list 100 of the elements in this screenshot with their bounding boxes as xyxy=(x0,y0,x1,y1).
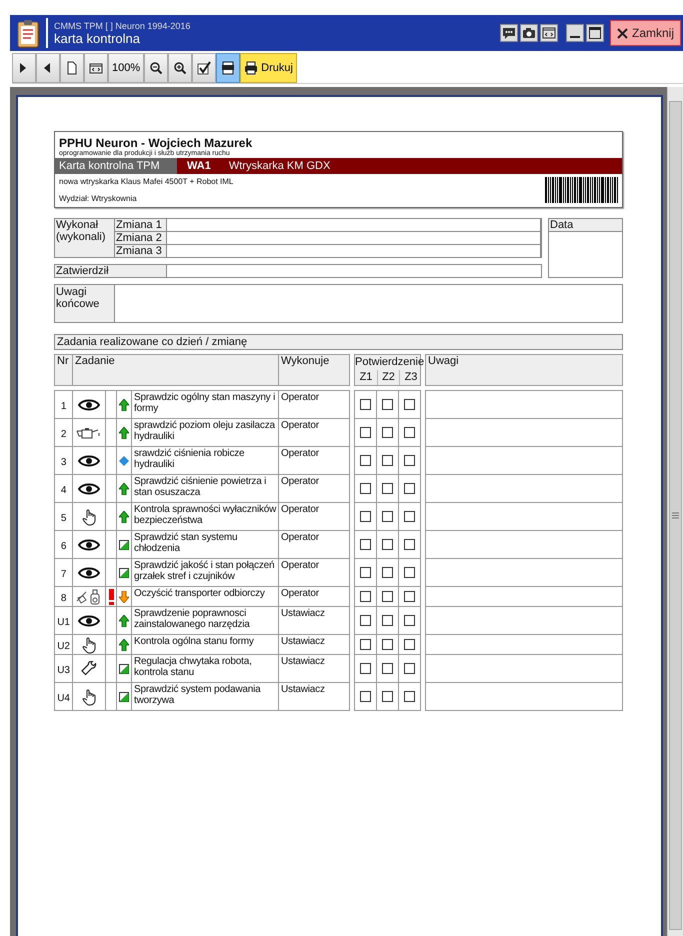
page-icon xyxy=(65,61,79,75)
checkbox[interactable] xyxy=(360,511,371,522)
input-field[interactable] xyxy=(425,683,623,711)
checkbox[interactable] xyxy=(360,691,371,702)
maximize-button[interactable] xyxy=(586,24,604,42)
checkbox[interactable] xyxy=(382,615,393,626)
close-button[interactable]: Zamknij xyxy=(610,20,681,46)
checkbox[interactable] xyxy=(404,615,415,626)
minimize-icon xyxy=(570,36,580,38)
camera-button[interactable] xyxy=(520,24,538,42)
field-label: Zmiana 3 xyxy=(115,245,167,257)
checkbox[interactable] xyxy=(382,691,393,702)
table-cell: Sprawdzic ogólny stan maszyny i formy xyxy=(131,390,278,419)
checkbox[interactable] xyxy=(404,691,415,702)
table-cell: Ustawiacz xyxy=(278,655,350,683)
checkbox[interactable] xyxy=(360,539,371,550)
half-filled-square-icon xyxy=(119,568,129,578)
window-title: karta kontrolna xyxy=(54,30,141,46)
checkbox[interactable] xyxy=(360,591,371,602)
input-field[interactable] xyxy=(425,607,623,635)
checkbox[interactable] xyxy=(382,455,393,466)
checkbox[interactable] xyxy=(360,455,371,466)
input-field[interactable] xyxy=(425,419,623,447)
table-cell: Sprawdzenie poprawnosci zainstalowanego narzędzia xyxy=(131,607,278,635)
zoom-out-icon xyxy=(149,61,164,75)
camera-icon xyxy=(520,25,537,41)
minimize-button[interactable] xyxy=(566,24,584,42)
chat-button[interactable] xyxy=(500,24,518,42)
check-button[interactable] xyxy=(192,53,216,83)
eye-icon xyxy=(78,566,100,580)
hand-icon xyxy=(81,508,97,526)
checkbox[interactable] xyxy=(382,539,393,550)
checkbox[interactable] xyxy=(360,639,371,650)
checkbox[interactable] xyxy=(360,483,371,494)
input-field[interactable] xyxy=(425,587,623,607)
machine-name: Wtryskarka KM GDX xyxy=(228,159,330,174)
page-button[interactable] xyxy=(60,53,84,83)
table-cell: Kontrola sprawności wyłaczników bezpieczeństwa xyxy=(131,503,278,531)
input-field[interactable] xyxy=(425,635,623,655)
checkbox[interactable] xyxy=(360,399,371,410)
checkbox[interactable] xyxy=(404,539,415,550)
zoom-in-button[interactable] xyxy=(168,53,192,83)
zoom-level-button[interactable]: 100% xyxy=(108,53,144,83)
wrench-icon xyxy=(81,660,97,676)
input-field[interactable] xyxy=(425,503,623,531)
checkbox[interactable] xyxy=(404,399,415,410)
checkbox[interactable] xyxy=(404,663,415,674)
checkbox[interactable] xyxy=(404,639,415,650)
column-header: Wykonuje xyxy=(278,354,350,386)
half-filled-square-icon xyxy=(119,692,129,702)
table-cell: Regulacja chwytaka robota, kontrola stanu xyxy=(131,655,278,683)
pdf-button[interactable] xyxy=(216,53,240,83)
print-button[interactable]: Drukuj xyxy=(240,53,297,83)
checkbox[interactable] xyxy=(382,591,393,602)
scroll-thumb[interactable] xyxy=(669,101,682,930)
checkbox[interactable] xyxy=(382,399,393,410)
checkbox[interactable] xyxy=(382,639,393,650)
table-cell: Sprawdzić ciśnienie powietrza i stan osuszacza xyxy=(131,475,278,503)
table-cell: Operator xyxy=(278,475,350,503)
checkbox[interactable] xyxy=(360,567,371,578)
window-button[interactable] xyxy=(540,24,558,42)
checkbox[interactable] xyxy=(360,663,371,674)
checkbox[interactable] xyxy=(404,591,415,602)
checkbox[interactable] xyxy=(382,567,393,578)
checkbox[interactable] xyxy=(360,427,371,438)
input-field[interactable] xyxy=(167,232,541,245)
input-field[interactable] xyxy=(425,531,623,559)
hand-icon xyxy=(81,688,97,706)
checkbox[interactable] xyxy=(382,511,393,522)
checkbox[interactable] xyxy=(404,567,415,578)
input-field[interactable] xyxy=(167,219,541,232)
table-cell: 7 xyxy=(54,559,72,587)
diamond-icon xyxy=(119,456,129,466)
fit-button[interactable] xyxy=(84,53,108,83)
checkbox[interactable] xyxy=(360,615,371,626)
previous-button[interactable] xyxy=(36,53,60,83)
checkbox[interactable] xyxy=(404,427,415,438)
input-field[interactable] xyxy=(425,447,623,475)
clipboard-icon xyxy=(16,18,40,48)
next-button[interactable] xyxy=(12,53,36,83)
checkbox[interactable] xyxy=(382,427,393,438)
table-cell: Operator xyxy=(278,447,350,475)
eye-icon xyxy=(78,398,100,412)
scrollbar[interactable] xyxy=(667,87,683,936)
input-field[interactable] xyxy=(425,559,623,587)
eye-icon xyxy=(78,614,100,628)
up-arrow-icon xyxy=(119,426,129,438)
input-field[interactable] xyxy=(425,475,623,503)
table-cell: Ustawiacz xyxy=(278,683,350,711)
zoom-in-icon xyxy=(173,61,188,75)
checkbox[interactable] xyxy=(404,511,415,522)
input-field[interactable] xyxy=(425,655,623,683)
checkbox[interactable] xyxy=(404,483,415,494)
checkbox[interactable] xyxy=(404,455,415,466)
input-field[interactable] xyxy=(425,390,623,419)
table-cell: Operator xyxy=(278,419,350,447)
checkbox[interactable] xyxy=(382,663,393,674)
zoom-out-button[interactable] xyxy=(144,53,168,83)
card-type: Karta kontrolna TPM xyxy=(55,158,177,174)
checkbox[interactable] xyxy=(382,483,393,494)
